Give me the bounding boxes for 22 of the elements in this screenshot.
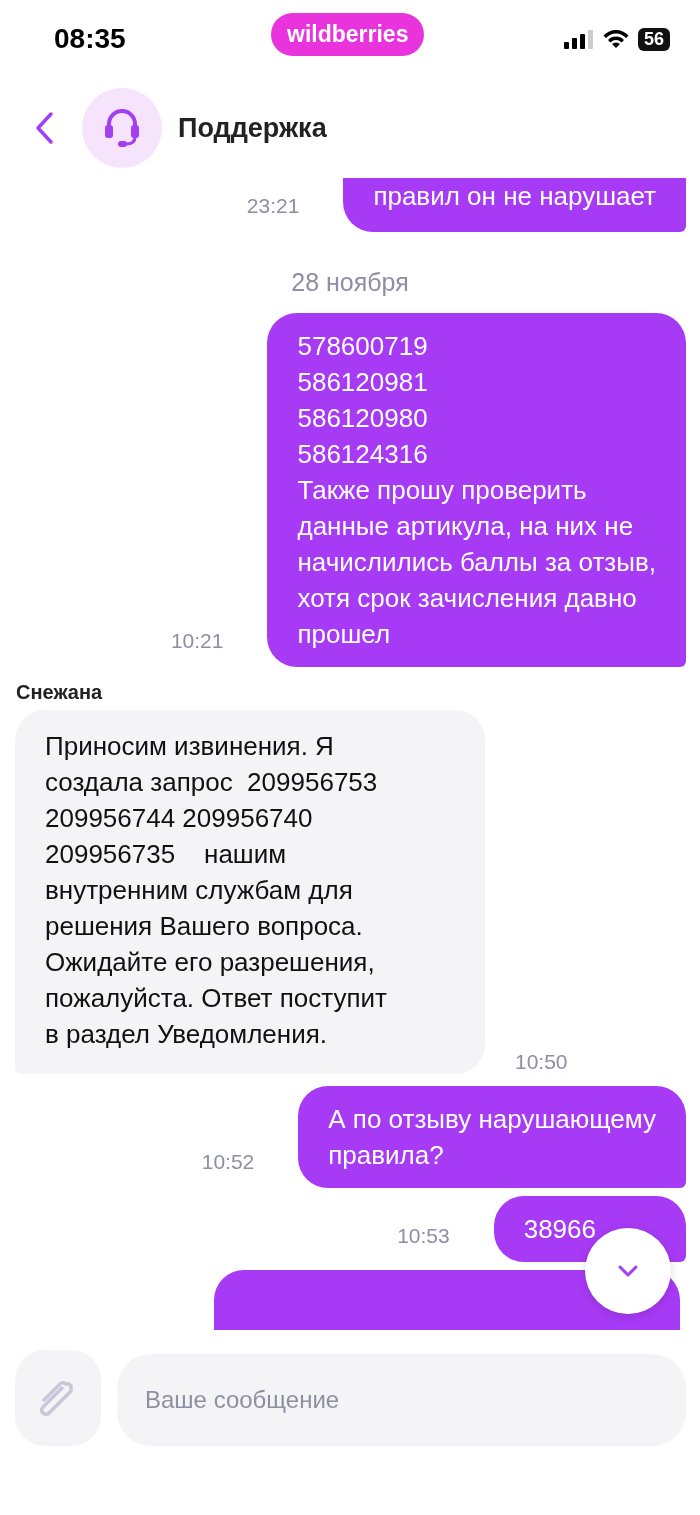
message-time: 10:52 [201, 1150, 255, 1174]
outgoing-message: А по отзыву нарушающему правила? [298, 1086, 686, 1188]
date-separator: 28 ноября [290, 268, 410, 297]
message-time: 23:21 [246, 194, 300, 218]
wifi-icon [601, 29, 630, 49]
paperclip-icon [40, 1378, 76, 1418]
outgoing-message: правил он не нарушает [343, 178, 686, 232]
signal-icon [563, 29, 594, 49]
status-time: 08:35 [54, 23, 126, 55]
message-time: 10:53 [397, 1224, 450, 1248]
message-input[interactable]: Ваше сообщение [117, 1354, 686, 1446]
incoming-message: Приносим извинения. Я создала запрос 209956753 209956744 209956740 209956735 нашим внутренним службам для решения Вашего вопроса. Ожидайте его разрешения, пожалуйста. Ответ поступит в раздел Уведомления. [15, 710, 485, 1074]
battery-level: 56 [637, 27, 670, 51]
message-time: 10:50 [515, 1050, 568, 1074]
headset-icon [102, 106, 142, 150]
sender-name: Снежана [16, 681, 104, 704]
message-time: 10:21 [170, 629, 224, 653]
outgoing-message: 578600719 586120981 586120980 586124316 Также прошу проверить данные артикула, на них не начислились баллы за отзыв, хотя срок зачисления давно прошел [267, 313, 686, 667]
brand-logo: wildberries [271, 13, 425, 56]
chevron-down-icon [618, 1265, 638, 1277]
chat-title: Поддержка [178, 112, 327, 144]
back-icon[interactable] [34, 111, 54, 145]
